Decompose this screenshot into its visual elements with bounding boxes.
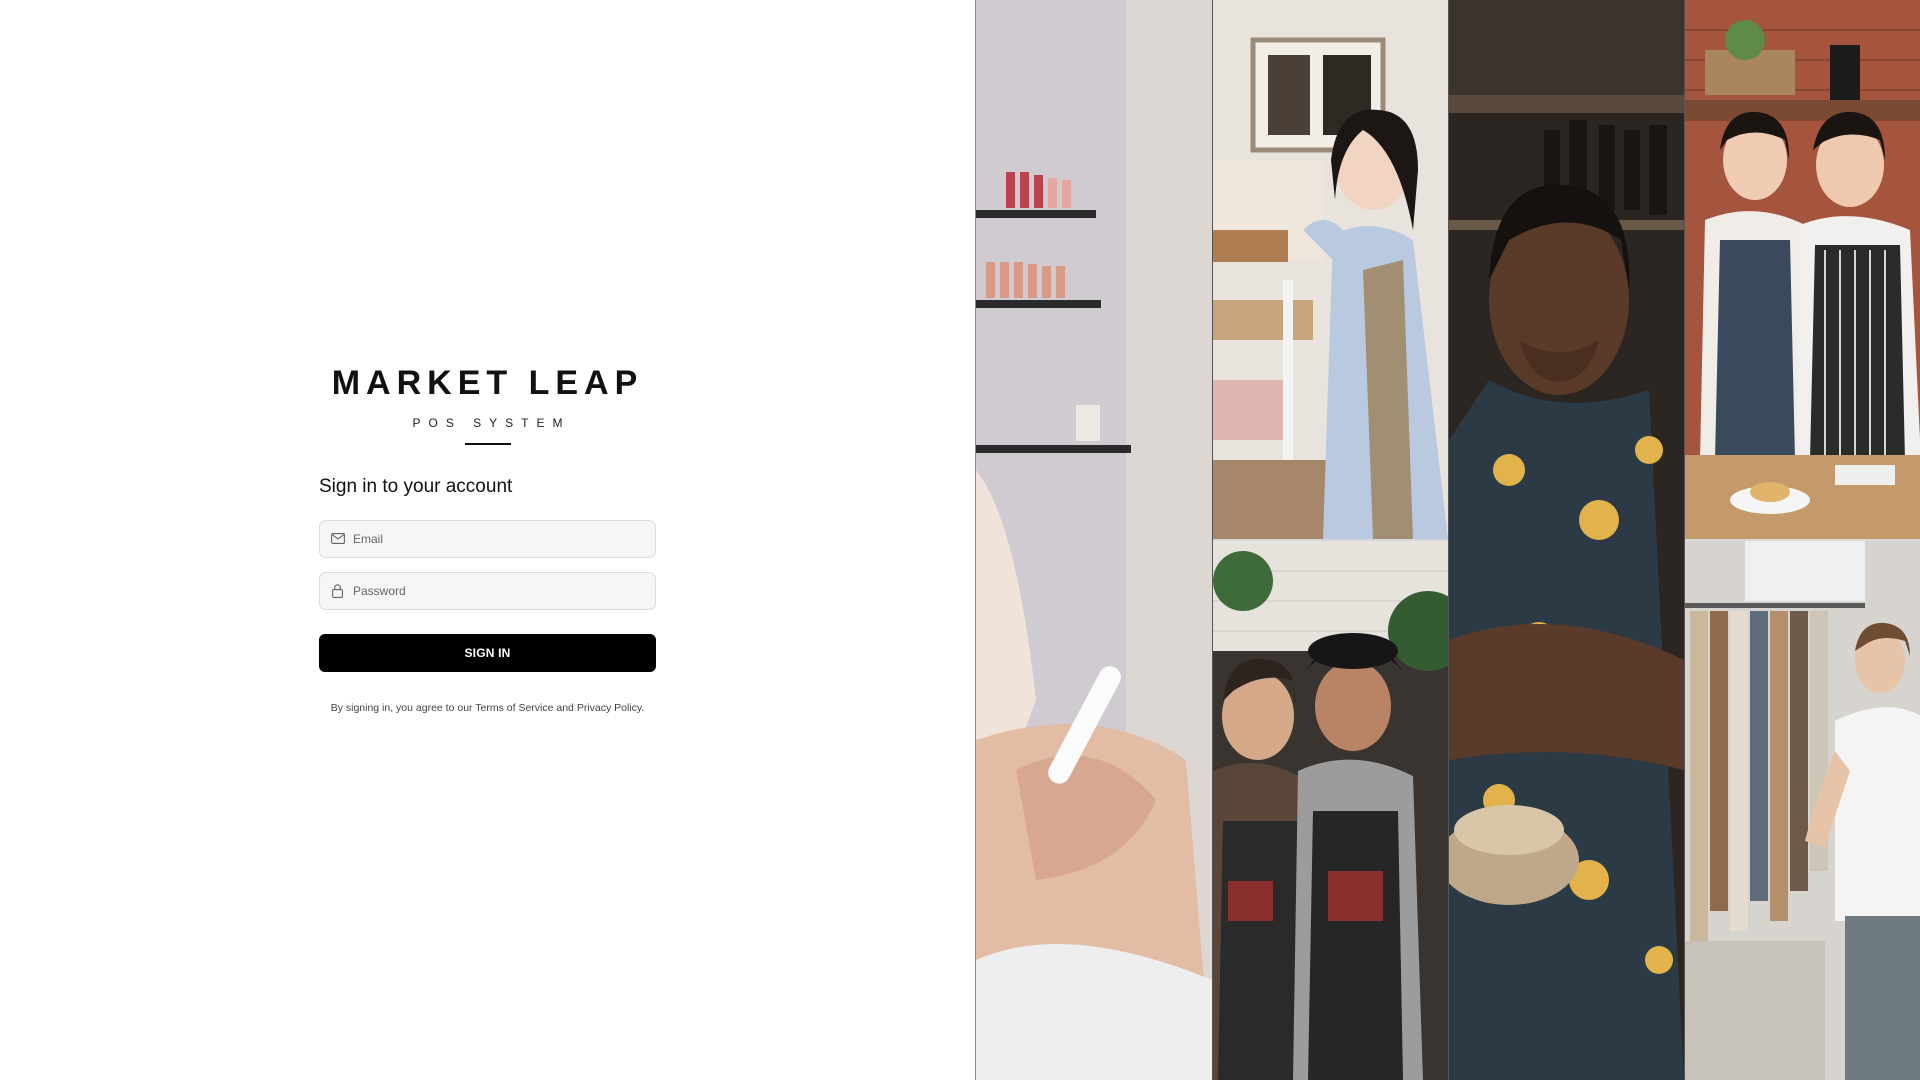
legal-notice: By signing in, you agree to our Terms of… xyxy=(319,702,656,714)
email-input[interactable] xyxy=(353,520,655,557)
login-form: MARKET LEAP POS SYSTEM Sign in to your a… xyxy=(319,366,656,714)
legal-and: and xyxy=(553,701,577,714)
email-field[interactable] xyxy=(319,519,656,558)
collage-divider xyxy=(1685,539,1920,541)
collage-divider xyxy=(1213,539,1448,541)
terms-link[interactable]: Terms of Service xyxy=(475,702,553,714)
privacy-link[interactable]: Privacy Policy xyxy=(577,702,642,714)
legal-prefix: By signing in, you agree to our xyxy=(330,701,476,714)
photo-collage xyxy=(975,0,1920,1080)
photo-bakery-owners xyxy=(1685,0,1920,539)
password-input[interactable] xyxy=(353,572,655,609)
lock-icon xyxy=(330,583,345,598)
photo-baristas xyxy=(1213,541,1448,1080)
photo-bar-owner xyxy=(1449,0,1684,1080)
legal-suffix: . xyxy=(641,701,645,714)
login-panel: MARKET LEAP POS SYSTEM Sign in to your a… xyxy=(0,0,975,1080)
mail-icon xyxy=(330,531,345,546)
photo-boutique xyxy=(1685,541,1920,1080)
brand-title: MARKET LEAP xyxy=(331,364,644,402)
photo-nail-salon xyxy=(976,0,1212,1080)
photo-shop-owner xyxy=(1213,0,1448,539)
page-title: Sign in to your account xyxy=(319,476,513,497)
password-field[interactable] xyxy=(319,571,656,610)
brand-logo: MARKET LEAP POS SYSTEM xyxy=(319,366,656,445)
brand-divider xyxy=(464,443,511,445)
sign-in-button[interactable]: SIGN IN xyxy=(319,633,656,672)
brand-subtitle: POS SYSTEM xyxy=(412,416,571,430)
